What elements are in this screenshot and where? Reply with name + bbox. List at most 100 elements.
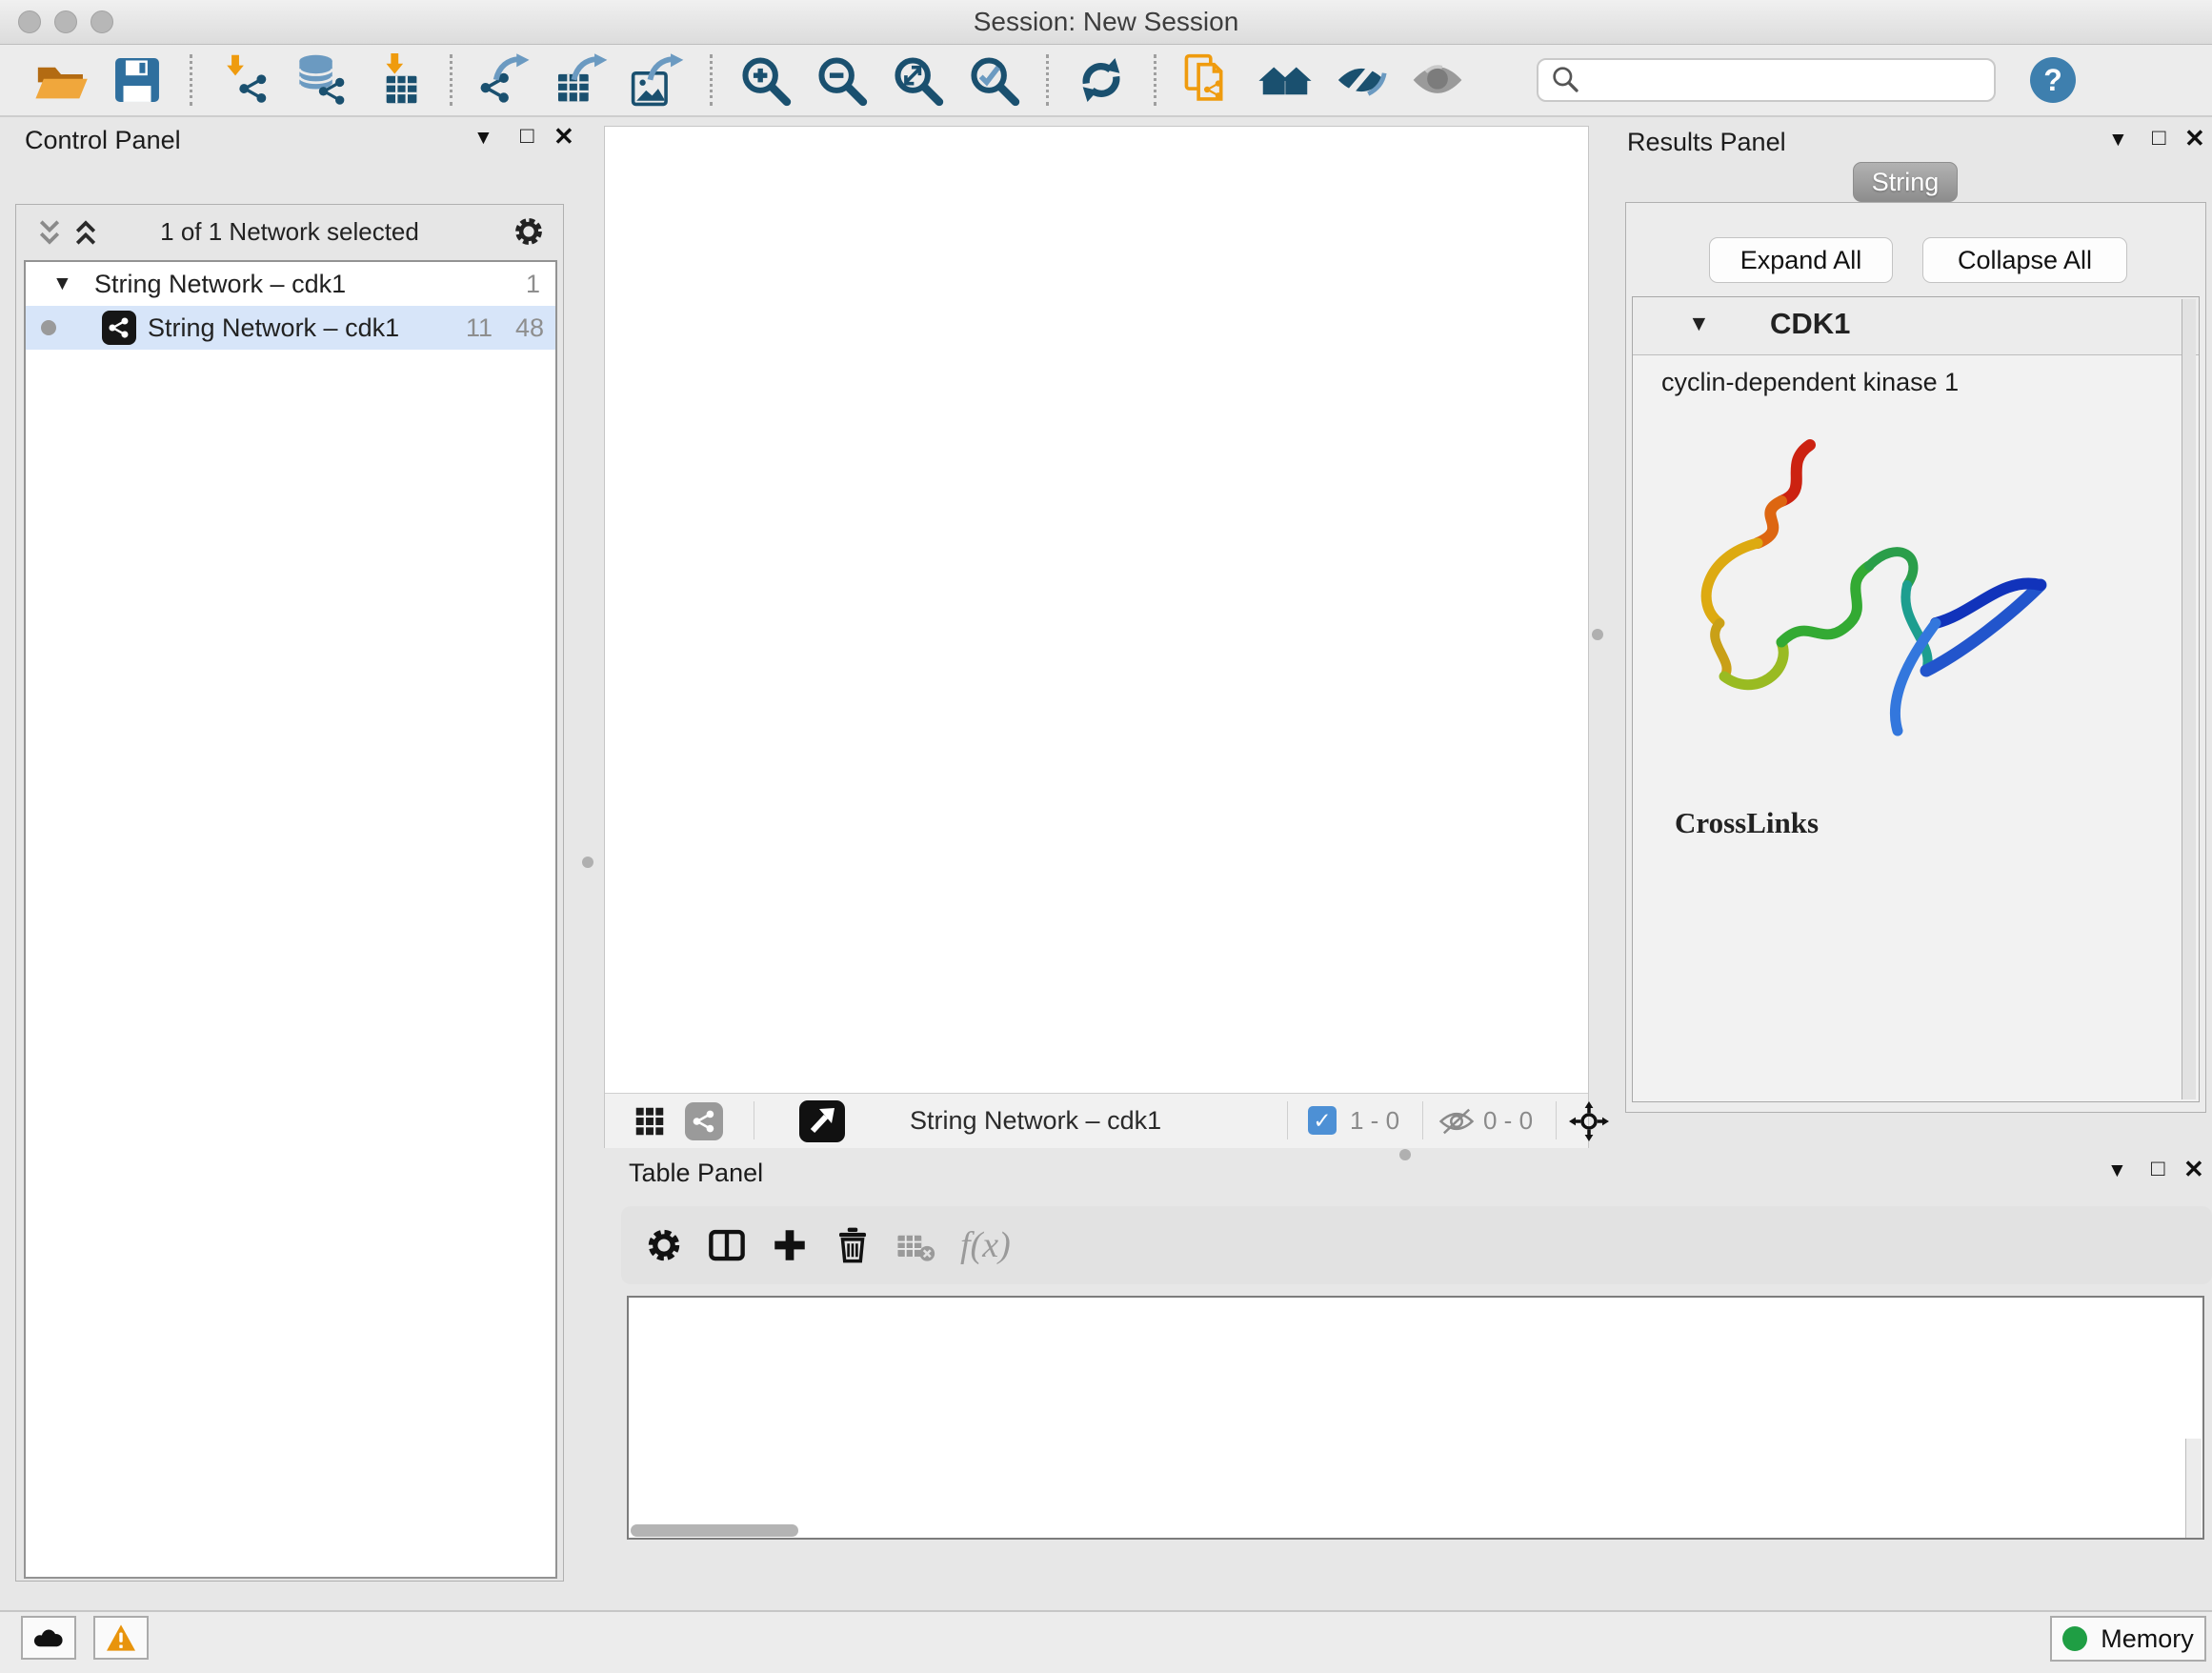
grid-view-icon[interactable] [632,1103,668,1139]
homes-icon[interactable] [1257,52,1313,108]
network-options-gear-icon[interactable] [512,214,546,249]
network-view-panel: String Network – cdk1 ✓ 1 - 0 0 - 0 [604,126,1589,1148]
network-row-selected[interactable]: String Network – cdk1 11 48 [26,306,555,350]
network-tree: ▼ String Network – cdk1 1 String Network… [24,260,557,1579]
tab-string[interactable]: String [1853,162,1958,202]
toolbar-separator [710,54,713,106]
node-count: 11 [466,306,493,350]
add-column-icon[interactable] [770,1225,810,1265]
import-table-icon[interactable] [370,52,425,108]
title-bar: Session: New Session [0,0,2212,45]
panel-collapse-icon[interactable]: ▼ [473,124,493,152]
node-table [627,1296,2204,1540]
panel-close-icon[interactable]: ✕ [2183,1155,2204,1183]
close-window-icon[interactable] [18,10,41,33]
edge-count: 48 [515,306,544,350]
expand-all-button[interactable]: Expand All [1709,237,1893,283]
search-box [1537,58,1996,102]
results-panel-title: Results Panel [1627,128,1786,157]
toolbar-separator [1154,54,1156,106]
protein-structure-image [1667,421,2077,764]
panel-float-icon[interactable]: □ [520,122,534,151]
control-panel: Control Panel ▼ □ ✕ 1 of 1 Network selec… [11,124,568,1583]
current-network-dot-icon [41,320,56,335]
panel-collapse-icon[interactable]: ▼ [2108,126,2128,154]
gene-section-cdk1: ▼ CDK1 cyclin-dependent kinase 1 [1632,296,2200,1102]
memory-button[interactable]: Memory [2050,1616,2206,1662]
bar-separator [1556,1101,1557,1139]
show-columns-icon[interactable] [707,1225,747,1265]
refresh-icon[interactable] [1074,52,1129,108]
tree-expand-icon[interactable]: ▼ [52,264,72,304]
gene-name: CDK1 [1770,307,1850,341]
birds-eye-crosshair-icon[interactable] [1569,1101,1609,1141]
zoom-fit-icon[interactable] [890,52,945,108]
minimize-window-icon[interactable] [54,10,77,33]
selected-count: 1 - 0 [1350,1094,1399,1148]
show-all-icon[interactable] [1410,52,1465,108]
table-settings-gear-icon[interactable] [644,1225,684,1265]
delete-column-icon[interactable] [833,1225,873,1265]
zoom-out-icon[interactable] [814,52,869,108]
table-horizontal-scrollbar[interactable] [631,1524,798,1537]
hide-selected-icon[interactable] [1334,52,1389,108]
panel-float-icon[interactable]: □ [2151,1155,2165,1183]
detach-view-icon[interactable] [799,1100,845,1142]
network-badge-icon[interactable] [685,1102,723,1140]
panel-collapse-icon[interactable]: ▼ [2107,1157,2127,1185]
gene-description: cyclin-dependent kinase 1 [1661,368,1959,397]
network-icon [102,311,136,345]
results-scrollbar[interactable] [2182,299,2196,1099]
open-session-button[interactable] [33,52,89,108]
bar-separator [1422,1101,1423,1139]
search-input[interactable] [1537,58,1996,102]
network-canvas[interactable] [605,127,1590,1093]
network-collection-label: String Network – cdk1 [94,264,346,304]
toolbar-separator [450,54,452,106]
save-session-button[interactable] [110,52,165,108]
cloud-icon[interactable] [21,1616,76,1660]
network-collection-row[interactable]: ▼ String Network – cdk1 1 [26,264,555,304]
gene-section-header[interactable]: ▼ CDK1 [1633,297,2199,355]
network-selection-status: 1 of 1 Network selected [16,205,563,258]
main-toolbar: ? [0,45,2212,117]
maximize-window-icon[interactable] [90,10,113,33]
vertical-splitter-handle[interactable] [582,857,593,868]
network-view-title: String Network – cdk1 [910,1094,1161,1148]
import-network-icon[interactable] [217,52,272,108]
window-title: Session: New Session [0,0,2212,44]
panel-float-icon[interactable]: □ [2152,124,2166,152]
crosslinks-title: CrossLinks [1675,806,1819,840]
table-panel: Table Panel ▼ □ ✕ f(x) [621,1157,2212,1601]
network-tab-panel: 1 of 1 Network selected ▼ String Network… [15,204,564,1582]
network-view-toolbar: String Network – cdk1 ✓ 1 - 0 0 - 0 [605,1093,1588,1148]
vertical-splitter-handle[interactable] [1592,629,1603,640]
memory-status-dot [2062,1626,2087,1651]
import-network-from-database-icon[interactable] [293,52,349,108]
panel-close-icon[interactable]: ✕ [553,122,574,151]
toolbar-separator [1046,54,1049,106]
memory-label: Memory [2101,1624,2194,1654]
toolbar-separator [190,54,192,106]
table-vertical-scrollbar[interactable] [2185,1439,2202,1540]
warning-icon[interactable] [93,1616,149,1660]
panel-close-icon[interactable]: ✕ [2184,124,2205,152]
status-bar: Memory [0,1610,2212,1673]
network-from-selection-icon[interactable] [1181,52,1237,108]
help-icon[interactable]: ? [2030,57,2076,103]
section-expand-icon[interactable]: ▼ [1688,311,1710,336]
export-table-icon[interactable] [553,52,609,108]
export-image-icon[interactable] [630,52,685,108]
export-network-icon[interactable] [477,52,533,108]
collapse-all-button[interactable]: Collapse All [1922,237,2127,283]
network-label: String Network – cdk1 [148,306,399,350]
table-toolbar: f(x) [621,1206,2212,1284]
table-panel-title: Table Panel [629,1159,763,1188]
zoom-selected-icon[interactable] [966,52,1021,108]
hidden-count: 0 - 0 [1483,1094,1533,1148]
zoom-in-icon[interactable] [737,52,793,108]
string-results-box: Expand All Collapse All ▼ CDK1 cyclin-de… [1625,202,2206,1113]
control-panel-title: Control Panel [25,126,181,155]
selected-checkbox-icon[interactable]: ✓ [1308,1106,1337,1135]
results-panel: Results Panel ▼ □ ✕ String Expand All Co… [1616,126,2212,1124]
